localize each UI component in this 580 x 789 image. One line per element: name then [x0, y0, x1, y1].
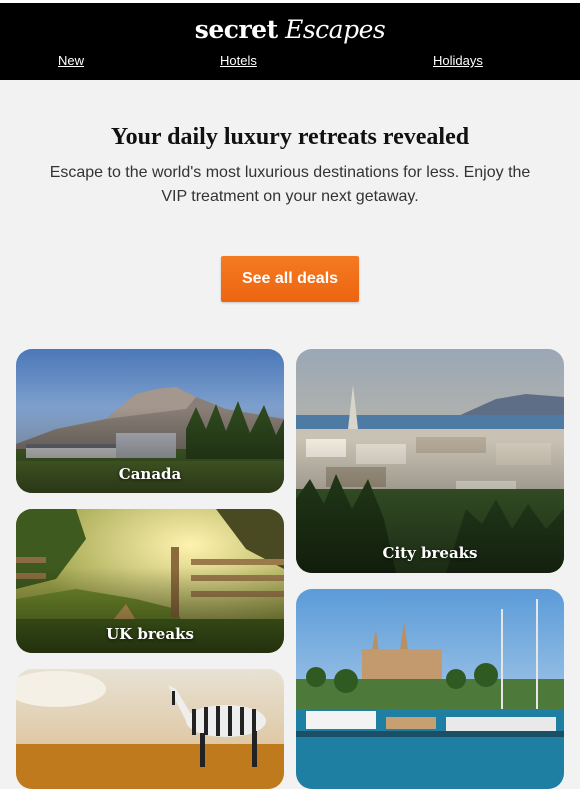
- hero-title: Your daily luxury retreats revealed: [110, 124, 470, 150]
- card-coastal[interactable]: [296, 589, 564, 789]
- logo-word-secret: secret: [194, 15, 278, 44]
- card-label-uk-breaks: UK breaks: [106, 625, 194, 643]
- hero-subtitle: Escape to the world's most luxurious des…: [49, 164, 531, 205]
- secret-escapes-logo[interactable]: secret Escapes: [0, 15, 580, 44]
- card-canada[interactable]: Canada: [16, 349, 284, 493]
- coastal-image: [296, 589, 564, 789]
- see-all-deals-button[interactable]: See all deals: [221, 256, 359, 302]
- nav-link-holidays[interactable]: Holidays: [433, 53, 483, 68]
- email-header: secret Escapes New Hotels Holidays: [0, 3, 580, 80]
- logo-word-escapes: Escapes: [285, 15, 386, 44]
- safari-image: [16, 669, 284, 789]
- card-city-breaks[interactable]: City breaks: [296, 349, 564, 573]
- card-uk-breaks[interactable]: UK breaks: [16, 509, 284, 653]
- nav-link-new[interactable]: New: [58, 53, 84, 68]
- card-label-canada: Canada: [118, 465, 182, 483]
- nav-link-hotels[interactable]: Hotels: [220, 53, 257, 68]
- card-safari[interactable]: [16, 669, 284, 789]
- card-label-city-breaks: City breaks: [382, 544, 478, 562]
